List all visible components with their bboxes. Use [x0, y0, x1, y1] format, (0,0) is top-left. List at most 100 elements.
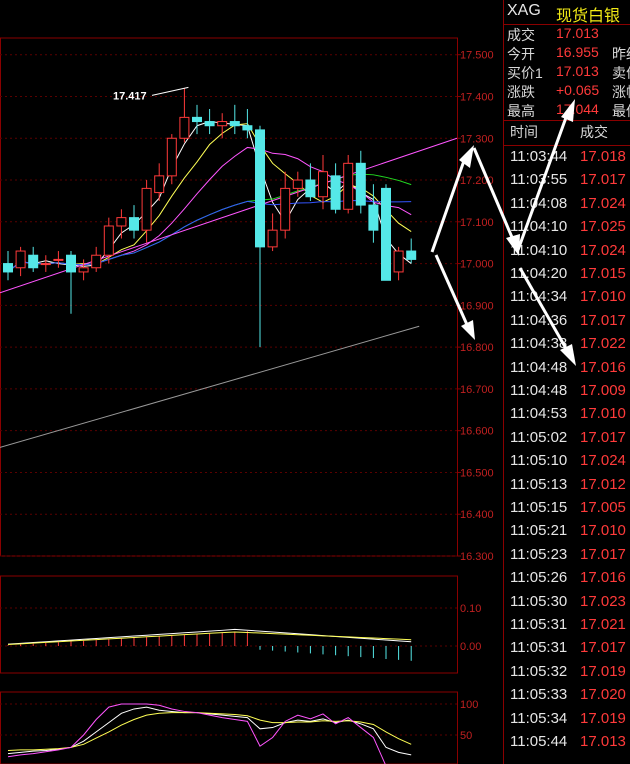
tick-time: 11:05:30 — [510, 592, 568, 610]
tick-price: 17.022 — [580, 335, 626, 353]
quote-label-2: 涨幅 — [612, 84, 630, 100]
candle-body — [15, 250, 26, 269]
tick-row[interactable]: 11:04:38 17.022 — [504, 335, 630, 359]
candle-body — [217, 121, 228, 127]
candle-body — [103, 225, 114, 256]
tick-price: 17.009 — [580, 382, 626, 399]
tick-row[interactable]: 11:05:15 17.005 — [504, 499, 630, 523]
quote-label-2: 昨结 — [612, 46, 630, 62]
tick-row[interactable]: 11:05:13 17.012 — [504, 476, 630, 500]
tick-row[interactable]: 11:04:53 17.010 — [504, 405, 630, 429]
tick-time: 11:04:53 — [510, 405, 568, 423]
symbol-code[interactable]: XAG — [507, 2, 541, 20]
tick-row[interactable]: 11:05:34 17.019 — [504, 710, 630, 734]
tick-row[interactable]: 11:04:10 17.024 — [504, 242, 630, 266]
price-tick-label: 16.500 — [460, 467, 494, 479]
tick-row[interactable]: 11:05:02 17.017 — [504, 429, 630, 453]
price-tick-label: 17.100 — [460, 217, 494, 229]
kdj-tick-label: 100 — [460, 699, 478, 711]
candle-body — [280, 187, 291, 231]
tick-price: 17.017 — [580, 639, 626, 657]
tick-row[interactable]: 11:03:44 17.018 — [504, 148, 630, 172]
tick-time: 11:05:32 — [510, 662, 568, 680]
tick-price: 17.016 — [580, 569, 626, 587]
quote-label: 涨跌 — [507, 84, 535, 100]
symbol-name[interactable]: 现货白银 — [556, 2, 620, 26]
quote-label: 买价1 — [507, 65, 543, 81]
tick-row[interactable]: 11:05:10 17.024 — [504, 452, 630, 476]
price-tick-label: 17.300 — [460, 133, 494, 145]
price-tick-label: 16.300 — [460, 551, 494, 563]
tick-row[interactable]: 11:05:21 17.010 — [504, 522, 630, 546]
candle-body — [242, 125, 253, 131]
tick-time: 11:05:44 — [510, 733, 568, 750]
tick-time: 11:05:10 — [510, 452, 568, 470]
candle-body — [3, 263, 13, 273]
tick-time: 11:04:38 — [510, 335, 568, 353]
quote-label-2: 卖价 — [612, 65, 630, 81]
tick-price: 17.010 — [580, 405, 626, 423]
candle-body — [129, 217, 139, 231]
ma-line-6 — [0, 325, 420, 448]
tick-time: 11:04:48 — [510, 382, 568, 399]
candle-body — [318, 171, 328, 198]
tick-price: 17.019 — [580, 709, 626, 727]
max-price-label: 17.417 — [113, 90, 147, 102]
price-tick-label: 16.700 — [460, 384, 494, 396]
tick-row[interactable]: 11:03:55 17.017 — [504, 171, 630, 195]
candle-body — [53, 258, 64, 261]
tick-time: 11:05:02 — [510, 428, 568, 446]
candle-body — [28, 254, 39, 269]
tick-row[interactable]: 11:04:08 17.024 — [504, 195, 630, 219]
tick-row[interactable]: 11:04:10 17.025 — [504, 218, 630, 242]
quote-value: 17.013 — [556, 25, 599, 41]
candle-body — [154, 175, 165, 194]
quote-row-high: 最高 17.044 最低 — [504, 101, 630, 120]
price-tick-label: 17.400 — [460, 91, 494, 103]
kdj-d-line — [7, 712, 412, 751]
price-tick-label: 16.600 — [460, 426, 494, 438]
tick-row[interactable]: 11:04:20 17.015 — [504, 265, 630, 289]
tick-row[interactable]: 11:05:31 17.017 — [504, 639, 630, 663]
divider — [504, 145, 630, 146]
tick-row[interactable]: 11:05:44 17.013 — [504, 733, 630, 757]
tick-row[interactable]: 11:05:30 17.023 — [504, 593, 630, 617]
tick-time: 11:05:26 — [510, 569, 568, 587]
tick-row[interactable]: 11:04:48 17.009 — [504, 382, 630, 406]
tick-price: 17.025 — [580, 218, 626, 236]
tick-time: 11:03:44 — [510, 148, 568, 165]
tick-price: 17.013 — [580, 733, 626, 750]
chart-area[interactable]: 17.500 17.400 17.300 17.200 17.100 17.000 16.9… — [0, 0, 502, 764]
tick-price: 17.012 — [580, 475, 626, 493]
candle-body — [91, 254, 102, 269]
tick-price: 17.010 — [580, 522, 626, 540]
tick-price: 17.021 — [580, 616, 626, 633]
tick-row[interactable]: 11:05:33 17.020 — [504, 686, 630, 710]
tick-time: 11:05:23 — [510, 545, 568, 563]
macd-pane-frame — [0, 575, 458, 674]
quote-value: 16.955 — [556, 44, 599, 60]
tick-time: 11:05:21 — [510, 522, 568, 540]
tick-row[interactable]: 11:04:48 17.016 — [504, 359, 630, 383]
tick-price: 17.023 — [580, 592, 626, 610]
tick-row[interactable]: 11:05:26 17.016 — [504, 569, 630, 593]
kdj-tick-label: 50 — [460, 730, 472, 742]
kline-chart[interactable]: 17.500 17.400 17.300 17.200 17.100 17.000 16.9… — [0, 0, 502, 764]
price-tick-label: 17.000 — [460, 259, 494, 271]
tick-row[interactable]: 11:04:34 17.010 — [504, 288, 630, 312]
tick-time: 11:04:36 — [510, 311, 568, 329]
tick-row[interactable]: 11:05:31 17.021 — [504, 616, 630, 640]
tick-time: 11:05:31 — [510, 639, 568, 657]
tick-time: 11:05:34 — [510, 709, 568, 727]
candle-body — [255, 129, 265, 248]
tick-row[interactable]: 11:04:36 17.017 — [504, 312, 630, 336]
candle-body — [267, 229, 278, 248]
tick-row[interactable]: 11:05:32 17.019 — [504, 663, 630, 687]
macd-tick-label: 0.10 — [460, 603, 481, 615]
candle-body — [381, 187, 391, 281]
tick-time: 11:05:15 — [510, 499, 568, 516]
tick-time: 11:04:48 — [510, 358, 568, 376]
tick-time: 11:04:08 — [510, 194, 568, 212]
tick-row[interactable]: 11:05:23 17.017 — [504, 546, 630, 570]
tick-time: 11:05:33 — [510, 686, 568, 704]
